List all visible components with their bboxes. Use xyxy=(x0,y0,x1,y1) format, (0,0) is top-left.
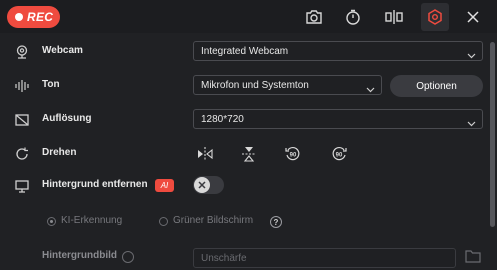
resolution-icon xyxy=(14,112,30,128)
sound-wave-icon xyxy=(14,78,30,94)
title-bar: REC xyxy=(0,0,497,33)
background-image-row: Hintergrundbild Unschärfe xyxy=(0,246,490,270)
ai-detection-radio[interactable] xyxy=(47,217,56,226)
background-row: Hintergrund entfernen xyxy=(0,174,490,198)
rotate-label: Drehen xyxy=(42,147,77,158)
resolution-select-value: 1280*720 xyxy=(201,114,244,125)
split-icon[interactable] xyxy=(380,3,408,31)
camera-icon[interactable] xyxy=(300,3,328,31)
scrollbar-thumb[interactable] xyxy=(490,42,495,227)
sound-select-value: Mikrofon und Systemton xyxy=(201,80,309,91)
sound-select[interactable]: Mikrofon und Systemton xyxy=(193,75,382,95)
webcam-label: Webcam xyxy=(42,45,83,56)
webcam-select-value: Integrated Webcam xyxy=(201,46,289,57)
rotate-right-90-text: 90 xyxy=(336,153,343,159)
green-screen-label: Grüner Bildschirm xyxy=(173,215,254,226)
rec-button[interactable]: REC xyxy=(7,6,60,28)
help-icon[interactable]: ? xyxy=(270,216,282,228)
ai-badge: AI xyxy=(155,179,174,192)
resolution-label: Auflösung xyxy=(42,113,92,124)
background-toggle[interactable] xyxy=(193,176,224,194)
flip-vertical-icon[interactable] xyxy=(240,145,258,163)
close-icon[interactable] xyxy=(459,3,487,31)
webcam-select[interactable]: Integrated Webcam xyxy=(193,41,483,61)
sound-label: Ton xyxy=(42,79,60,90)
folder-icon[interactable] xyxy=(465,249,481,268)
webcam-icon xyxy=(14,44,30,60)
rotate-icon xyxy=(14,146,30,162)
toggle-off-icon xyxy=(194,177,210,193)
background-image-select-value: Unschärfe xyxy=(201,253,247,264)
resolution-row: Auflösung 1280*720 xyxy=(0,108,490,132)
chevron-down-icon xyxy=(366,81,375,99)
rotate-right-90-icon[interactable]: 90 xyxy=(330,145,348,163)
webcam-row: Webcam Integrated Webcam xyxy=(0,40,490,64)
rotate-left-90-text: 90 xyxy=(290,153,297,159)
green-screen-radio[interactable] xyxy=(159,217,168,226)
rotate-left-90-icon[interactable]: 90 xyxy=(284,145,302,163)
options-button[interactable]: Optionen xyxy=(390,75,483,97)
background-image-select[interactable]: Unschärfe xyxy=(193,248,456,268)
chevron-down-icon xyxy=(467,47,476,65)
background-image-label: Hintergrundbild xyxy=(42,250,117,261)
monitor-icon xyxy=(14,178,30,194)
rec-label: REC xyxy=(27,10,54,24)
timer-icon[interactable] xyxy=(339,3,367,31)
record-dot-icon xyxy=(15,13,23,21)
resolution-select[interactable]: 1280*720 xyxy=(193,109,483,129)
info-icon[interactable] xyxy=(122,251,134,263)
chevron-down-icon xyxy=(467,115,476,133)
ai-detection-label: KI-Erkennung xyxy=(61,215,123,226)
flip-horizontal-icon[interactable] xyxy=(196,145,214,163)
background-label: Hintergrund entfernen xyxy=(42,179,148,190)
settings-hex-icon[interactable] xyxy=(421,3,449,31)
